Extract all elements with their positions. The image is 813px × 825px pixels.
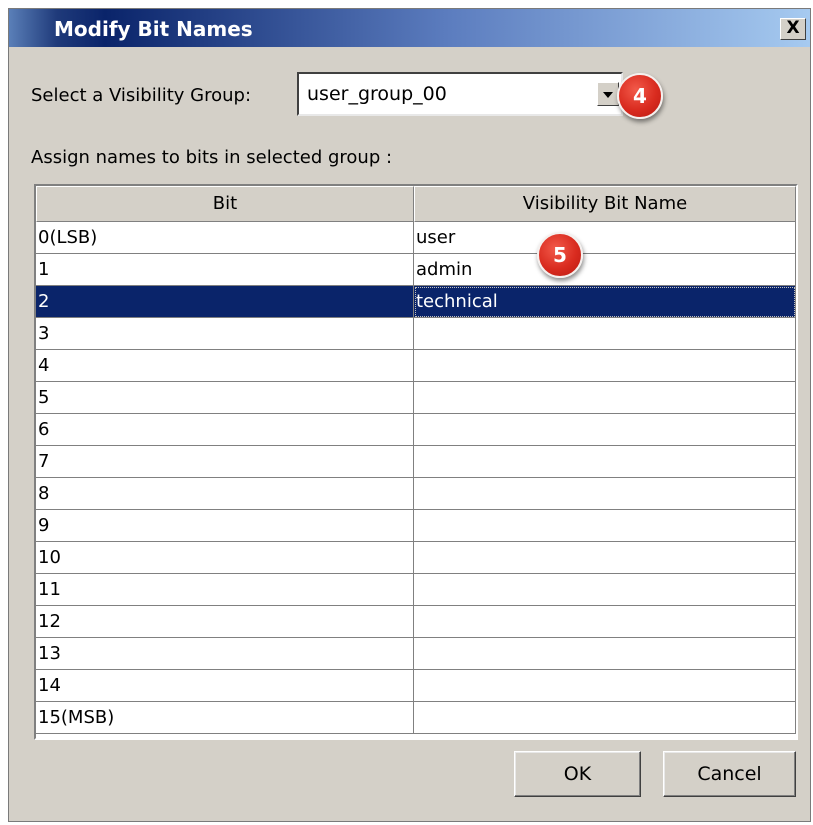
table-row[interactable]: 10 xyxy=(36,542,796,574)
bit-cell[interactable]: 13 xyxy=(36,638,414,670)
table-row[interactable]: 11 xyxy=(36,574,796,606)
bit-names-table: Bit Visibility Bit Name 0(LSB) user 1 admin… xyxy=(34,184,798,740)
assign-names-label: Assign names to bits in selected group : xyxy=(31,147,393,168)
bit-name-cell[interactable] xyxy=(414,606,796,638)
table-row[interactable]: 8 xyxy=(36,478,796,510)
callout-badge-4: 4 xyxy=(617,73,663,119)
bit-cell[interactable]: 7 xyxy=(36,446,414,478)
modify-bit-names-dialog: Modify Bit Names X Select a Visibility G… xyxy=(8,8,811,822)
table-row[interactable]: 6 xyxy=(36,414,796,446)
bit-cell[interactable]: 8 xyxy=(36,478,414,510)
cancel-button[interactable]: Cancel xyxy=(663,751,796,797)
table-body: 0(LSB) user 1 admin 2 technical 3 4 5 6 7 8 9 10 11 12 1… xyxy=(36,222,796,734)
table-row[interactable]: 2 technical xyxy=(36,286,796,318)
dialog-title: Modify Bit Names xyxy=(54,17,253,41)
table-row[interactable]: 13 xyxy=(36,638,796,670)
table-row[interactable]: 12 xyxy=(36,606,796,638)
bit-name-cell[interactable]: admin xyxy=(414,254,796,286)
bit-name-cell[interactable] xyxy=(414,414,796,446)
bit-name-cell[interactable] xyxy=(414,350,796,382)
bit-cell[interactable]: 10 xyxy=(36,542,414,574)
bit-name-cell[interactable]: technical xyxy=(414,286,796,318)
visibility-group-label: Select a Visibility Group: xyxy=(31,85,252,106)
bit-name-cell[interactable] xyxy=(414,510,796,542)
bit-name-cell[interactable] xyxy=(414,702,796,734)
close-button[interactable]: X xyxy=(780,18,806,40)
table-row[interactable]: 0(LSB) user xyxy=(36,222,796,254)
table-row[interactable]: 15(MSB) xyxy=(36,702,796,734)
bit-cell[interactable]: 2 xyxy=(36,286,414,318)
bit-cell[interactable]: 6 xyxy=(36,414,414,446)
table-row[interactable]: 4 xyxy=(36,350,796,382)
visibility-group-value: user_group_00 xyxy=(307,83,447,105)
bit-cell[interactable]: 12 xyxy=(36,606,414,638)
table-row[interactable]: 9 xyxy=(36,510,796,542)
bit-cell[interactable]: 15(MSB) xyxy=(36,702,414,734)
table-row[interactable]: 5 xyxy=(36,382,796,414)
bit-cell[interactable]: 11 xyxy=(36,574,414,606)
bit-cell[interactable]: 3 xyxy=(36,318,414,350)
bit-cell[interactable]: 9 xyxy=(36,510,414,542)
ok-button[interactable]: OK xyxy=(514,751,641,797)
table-row[interactable]: 7 xyxy=(36,446,796,478)
bit-cell[interactable]: 14 xyxy=(36,670,414,702)
table-row[interactable]: 1 admin xyxy=(36,254,796,286)
bit-name-cell[interactable] xyxy=(414,318,796,350)
bit-name-cell[interactable] xyxy=(414,542,796,574)
bit-name-cell[interactable] xyxy=(414,446,796,478)
bit-name-cell[interactable] xyxy=(414,478,796,510)
bit-cell[interactable]: 5 xyxy=(36,382,414,414)
table-row[interactable]: 14 xyxy=(36,670,796,702)
bit-name-cell[interactable] xyxy=(414,638,796,670)
bit-name-cell[interactable] xyxy=(414,670,796,702)
bit-cell[interactable]: 4 xyxy=(36,350,414,382)
callout-badge-5: 5 xyxy=(537,232,583,278)
bit-name-cell[interactable] xyxy=(414,382,796,414)
close-icon: X xyxy=(786,18,800,38)
bit-cell[interactable]: 1 xyxy=(36,254,414,286)
bit-name-cell[interactable] xyxy=(414,574,796,606)
bit-cell[interactable]: 0(LSB) xyxy=(36,222,414,254)
column-header-visibility-bit-name[interactable]: Visibility Bit Name xyxy=(414,186,796,222)
visibility-group-select[interactable]: user_group_00 xyxy=(297,72,623,116)
bit-name-cell[interactable]: user xyxy=(414,222,796,254)
dropdown-arrow-icon[interactable] xyxy=(597,82,619,106)
column-header-bit[interactable]: Bit xyxy=(36,186,414,222)
table-header: Bit Visibility Bit Name xyxy=(36,186,796,222)
table-row[interactable]: 3 xyxy=(36,318,796,350)
title-bar[interactable]: Modify Bit Names X xyxy=(9,9,810,47)
